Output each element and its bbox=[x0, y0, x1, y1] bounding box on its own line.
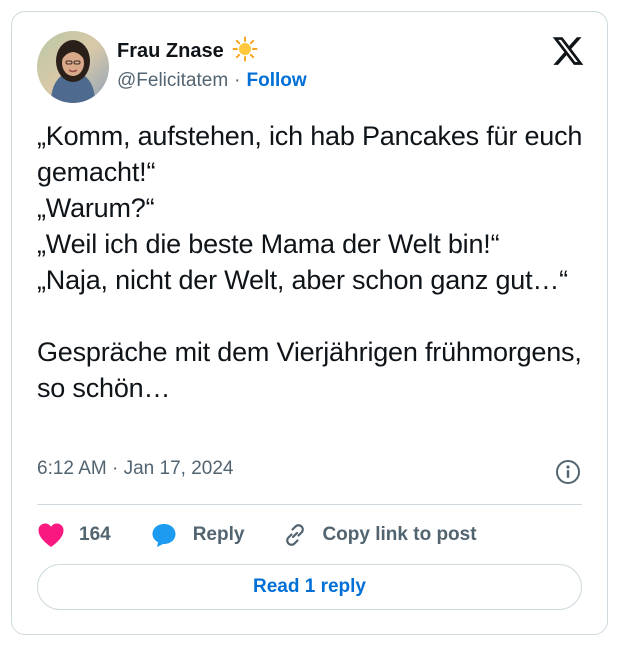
reply-button[interactable]: Reply bbox=[151, 522, 245, 548]
post-text: „Komm, aufstehen, ich hab Pancakes für e… bbox=[37, 121, 583, 403]
author-handle-row: @Felicitatem · Follow bbox=[117, 70, 307, 92]
tweet-card: Frau Znase @Felicitatem · Follow „Komm, … bbox=[11, 11, 608, 635]
link-icon bbox=[282, 522, 308, 548]
x-logo-icon[interactable] bbox=[551, 34, 585, 68]
info-icon[interactable] bbox=[555, 459, 581, 485]
author-name[interactable]: Frau Znase bbox=[117, 40, 224, 63]
like-button[interactable]: 164 bbox=[37, 522, 111, 548]
reply-label: Reply bbox=[192, 524, 245, 545]
divider bbox=[37, 504, 582, 505]
reply-bubble-icon bbox=[151, 522, 177, 548]
read-replies-label: Read 1 reply bbox=[253, 576, 366, 597]
action-bar: 164 Reply Copy link to post bbox=[37, 515, 477, 555]
copy-link-label: Copy link to post bbox=[322, 524, 477, 545]
author-name-row: Frau Znase bbox=[117, 36, 258, 67]
avatar-image bbox=[37, 31, 109, 103]
copy-link-button[interactable]: Copy link to post bbox=[282, 522, 477, 548]
read-replies-button[interactable]: Read 1 reply bbox=[37, 564, 582, 610]
like-count: 164 bbox=[79, 524, 111, 545]
post-timestamp[interactable]: 6:12 AM · Jan 17, 2024 bbox=[37, 458, 233, 480]
author-handle[interactable]: @Felicitatem bbox=[117, 70, 228, 92]
avatar[interactable] bbox=[37, 31, 109, 103]
heart-icon bbox=[37, 522, 65, 548]
follow-button[interactable]: Follow bbox=[246, 70, 306, 92]
sun-icon bbox=[232, 36, 258, 67]
separator: · bbox=[234, 70, 241, 91]
